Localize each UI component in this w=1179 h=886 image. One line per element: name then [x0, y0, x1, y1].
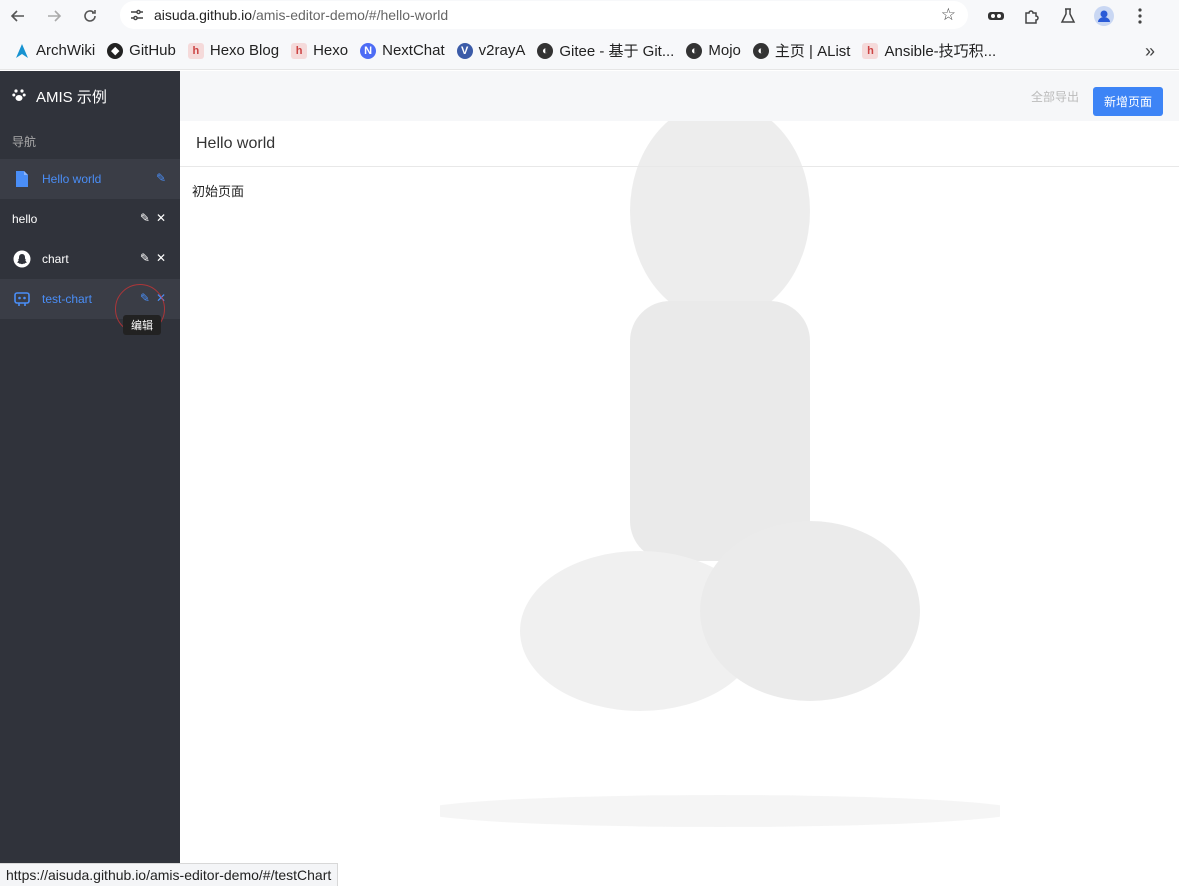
- bookmark-mojo[interactable]: ◐ Mojo: [680, 37, 747, 65]
- bookmark-gitee[interactable]: ◐ Gitee - 基于 Git...: [531, 37, 680, 65]
- menu-kebab-icon[interactable]: [1122, 0, 1158, 32]
- globe-icon: ◐: [752, 42, 769, 59]
- mask-extension-icon[interactable]: [978, 0, 1014, 32]
- pencil-icon[interactable]: ✎: [156, 171, 166, 185]
- labs-flask-icon[interactable]: [1050, 0, 1086, 32]
- address-bar[interactable]: aisuda.github.io/amis-editor-demo/#/hell…: [120, 1, 968, 29]
- github-icon: ◆: [107, 42, 124, 59]
- bookmark-label: NextChat: [382, 42, 445, 59]
- back-button[interactable]: [0, 0, 36, 32]
- bookmarks-overflow-chevron-icon[interactable]: »: [1145, 41, 1155, 62]
- hexo-icon: h: [187, 42, 204, 59]
- file-icon: [12, 169, 32, 189]
- page-title: Hello world: [180, 121, 1179, 167]
- nav-item-hello[interactable]: hello ✎ ✕: [0, 199, 180, 239]
- page-body-text: 初始页面: [192, 184, 245, 199]
- archlinux-icon: [14, 43, 30, 59]
- main-content: 全部导出 新增页面 Hello world 初始页面: [180, 71, 1179, 863]
- app-sidebar: AMIS 示例 导航 Hello world ✎ hello ✎ ✕ chart…: [0, 71, 180, 863]
- hexo-icon: h: [291, 42, 308, 59]
- bookmark-label: ArchWiki: [36, 42, 96, 59]
- bookmark-star-icon[interactable]: ☆: [941, 6, 956, 24]
- paw-icon: [12, 88, 26, 105]
- url-path: /amis-editor-demo/#/hello-world: [252, 7, 449, 23]
- url-host: aisuda.github.io: [154, 7, 253, 23]
- browser-toolbar: aisuda.github.io/amis-editor-demo/#/hell…: [0, 0, 1179, 32]
- bookmark-label: Mojo: [708, 42, 741, 59]
- bookmark-github[interactable]: ◆ GitHub: [101, 37, 182, 65]
- bookmark-label: Ansible-技巧积...: [884, 43, 997, 60]
- new-page-button[interactable]: 新增页面: [1093, 87, 1163, 116]
- page-topbar: 全部导出 新增页面: [180, 71, 1179, 121]
- bookmark-label: GitHub: [129, 42, 176, 59]
- pencil-icon[interactable]: ✎: [140, 251, 150, 265]
- robot-icon: [12, 289, 32, 309]
- nextchat-icon: N: [360, 42, 377, 59]
- bookmarks-bar: ArchWiki ◆ GitHub h Hexo Blog h Hexo N N…: [0, 32, 1179, 70]
- v2raya-icon: V: [456, 42, 473, 59]
- edit-tooltip: 编辑: [123, 315, 161, 335]
- bookmark-label: Hexo: [313, 42, 349, 59]
- profile-avatar-icon[interactable]: [1086, 0, 1122, 32]
- arrow-right-icon: [48, 10, 62, 22]
- background-illustration: [440, 101, 1000, 827]
- bookmark-v2raya[interactable]: V v2rayA: [451, 37, 532, 65]
- reload-icon: [84, 10, 96, 22]
- hexo-icon: h: [862, 42, 879, 59]
- bookmark-label: Gitee - 基于 Git...: [559, 43, 675, 60]
- link-status-url: https://aisuda.github.io/amis-editor-dem…: [0, 863, 339, 886]
- globe-icon: ◐: [537, 42, 554, 59]
- site-info-icon[interactable]: [120, 7, 154, 23]
- forward-button[interactable]: [36, 0, 72, 32]
- export-all-button[interactable]: 全部导出: [1031, 88, 1079, 105]
- bookmark-nextchat[interactable]: N NextChat: [354, 37, 451, 65]
- nav-item-chart[interactable]: chart ✎ ✕: [0, 239, 180, 279]
- bookmark-alist[interactable]: ◐ 主页 | AList: [747, 37, 857, 65]
- pencil-icon[interactable]: ✎: [140, 211, 150, 225]
- bookmark-label: v2rayA: [478, 42, 526, 59]
- nav-section-title: 导航: [12, 135, 37, 149]
- bookmark-archwiki[interactable]: ArchWiki: [8, 37, 101, 65]
- app-brand[interactable]: AMIS 示例: [0, 71, 180, 121]
- nav-item-hello-world[interactable]: Hello world ✎: [0, 159, 180, 199]
- bookmark-label: 主页 | AList: [774, 43, 851, 60]
- reload-button[interactable]: [72, 0, 108, 32]
- close-icon[interactable]: ✕: [156, 211, 166, 225]
- globe-icon: ◐: [686, 42, 703, 59]
- bookmark-label: Hexo Blog: [209, 42, 280, 59]
- bookmark-ansible[interactable]: h Ansible-技巧积...: [856, 37, 1002, 65]
- snapchat-icon: [12, 249, 32, 269]
- arrow-left-icon: [10, 10, 24, 22]
- bookmark-hexo-blog[interactable]: h Hexo Blog: [182, 37, 285, 65]
- close-icon[interactable]: ✕: [156, 251, 166, 265]
- url-text: aisuda.github.io/amis-editor-demo/#/hell…: [154, 7, 448, 23]
- brand-title: AMIS 示例: [36, 88, 107, 106]
- bookmark-hexo[interactable]: h Hexo: [285, 37, 354, 65]
- extensions-icon[interactable]: [1014, 0, 1050, 32]
